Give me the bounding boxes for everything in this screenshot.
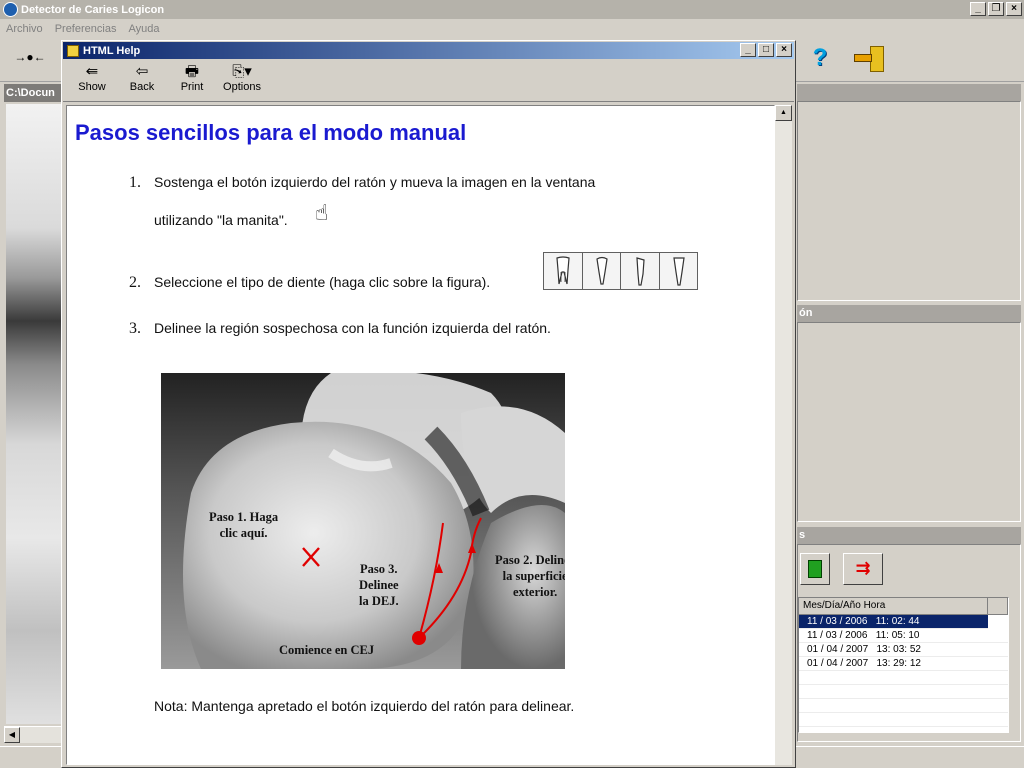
menu-ayuda[interactable]: Ayuda	[128, 23, 159, 35]
help-question-icon[interactable]: ?	[806, 44, 834, 76]
dental-xray-illustration: Paso 1. Haga clic aquí. Paso 3. Delinee …	[161, 373, 565, 669]
column-header-date[interactable]: Mes/Día/Año Hora	[799, 598, 989, 614]
trash-icon	[808, 560, 822, 578]
transfer-arrows-icon: ⇉	[855, 558, 871, 578]
tooth-type-selector[interactable]	[543, 252, 698, 290]
list-item	[799, 671, 1008, 685]
show-icon: ⇚	[85, 63, 99, 80]
transfer-button[interactable]: ⇉	[843, 553, 883, 585]
list-item[interactable]: 01 / 04 / 2007 13: 29: 12	[799, 657, 1008, 671]
step-1: 1. Sostenga el botón izquierdo del ratón …	[129, 174, 596, 191]
close-button[interactable]: ×	[1006, 2, 1022, 16]
tooth-premolar-icon[interactable]	[583, 253, 621, 289]
help-vertical-scrollbar[interactable]: ▲	[775, 105, 792, 765]
help-minimize-button[interactable]: _	[740, 43, 756, 57]
tooth-molar-icon[interactable]	[544, 253, 583, 289]
back-arrow-icon: ⇦	[135, 63, 149, 80]
help-close-button[interactable]: ×	[776, 43, 792, 57]
show-button[interactable]: ⇚ Show	[71, 60, 113, 100]
exit-door-icon[interactable]	[850, 42, 890, 78]
minimize-button[interactable]: _	[970, 2, 986, 16]
right-middle-panel-header: ón	[797, 305, 1021, 322]
options-button[interactable]: ⎘▾ Options	[221, 60, 263, 100]
app-logo-icon	[3, 2, 18, 17]
step-1-continued: utilizando "la manita".	[154, 212, 288, 228]
printer-icon: 🖶	[184, 63, 200, 80]
xray-image-preview[interactable]	[6, 104, 62, 724]
right-bottom-panel-header: s	[797, 527, 1021, 544]
date-list-header: Mes/Día/Año Hora	[799, 598, 1008, 615]
column-header-extra[interactable]	[988, 598, 1008, 614]
right-top-panel-header	[797, 84, 1021, 101]
left-horizontal-scrollbar[interactable]: ◀	[4, 726, 64, 743]
tooth-canine-icon[interactable]	[621, 253, 660, 289]
step-3: 3. Delinee la región sospechosa con la fu…	[129, 320, 551, 337]
list-item	[799, 699, 1008, 713]
help-toolbar: ⇚ Show ⇦ Back 🖶 Print ⎘▾ Options	[63, 60, 794, 102]
list-item[interactable]: 11 / 03 / 2006 11: 05: 10	[799, 629, 1008, 643]
menu-archivo[interactable]: Archivo	[6, 23, 43, 35]
restore-button[interactable]: ❐	[988, 2, 1004, 16]
help-book-icon	[67, 44, 79, 57]
right-middle-panel	[797, 322, 1021, 522]
delete-button[interactable]	[800, 553, 830, 585]
hand-cursor-icon: ☝	[315, 200, 329, 225]
page-title: Pasos sencillos para el modo manual	[75, 120, 467, 145]
help-title: HTML Help	[83, 44, 141, 57]
fit-arrows-icon[interactable]: →●←	[8, 50, 52, 70]
print-button[interactable]: 🖶 Print	[171, 60, 213, 100]
left-panel-title: C:\Docun	[4, 84, 64, 102]
step-2: 2. Seleccione el tipo de diente (haga cli…	[129, 274, 491, 291]
help-content-pane[interactable]: Pasos sencillos para el modo manual 1. So…	[66, 105, 775, 765]
xray-label-start-cej: Comience en CEJ	[279, 643, 375, 657]
help-titlebar: HTML Help _ □ ×	[63, 42, 794, 59]
help-window: HTML Help _ □ × ⇚ Show ⇦ Back 🖶 Print ⎘▾…	[61, 40, 796, 768]
scroll-left-icon[interactable]: ◀	[4, 727, 20, 743]
list-item[interactable]: 11 / 03 / 2006 11: 02: 44	[799, 615, 988, 629]
list-item[interactable]: 01 / 04 / 2007 13: 03: 52	[799, 643, 1008, 657]
help-note: Nota: Mantenga apretado el botón izquier…	[154, 698, 575, 714]
list-item	[799, 685, 1008, 699]
back-button[interactable]: ⇦ Back	[121, 60, 163, 100]
list-item	[799, 713, 1008, 727]
scroll-up-icon[interactable]: ▲	[775, 105, 792, 121]
xray-label-step3: Paso 3. Delinee la DEJ.	[359, 562, 399, 608]
app-title: Detector de Caries Logicon	[21, 3, 165, 16]
options-icon: ⎘▾	[232, 63, 252, 80]
app-titlebar: Detector de Caries Logicon _ ❐ ×	[0, 0, 1024, 19]
right-top-panel	[797, 101, 1021, 301]
menubar: Archivo Preferencias Ayuda	[0, 19, 1024, 38]
tooth-incisor-icon[interactable]	[660, 253, 698, 289]
help-maximize-button[interactable]: □	[758, 43, 774, 57]
xray-label-step1: Paso 1. Haga clic aquí.	[209, 510, 279, 540]
menu-preferencias[interactable]: Preferencias	[55, 23, 117, 35]
exam-date-list[interactable]: Mes/Día/Año Hora 11 / 03 / 2006 11: 02: …	[798, 597, 1009, 733]
xray-label-step2: Paso 2. Delinee la superficie exterior.	[495, 553, 565, 599]
